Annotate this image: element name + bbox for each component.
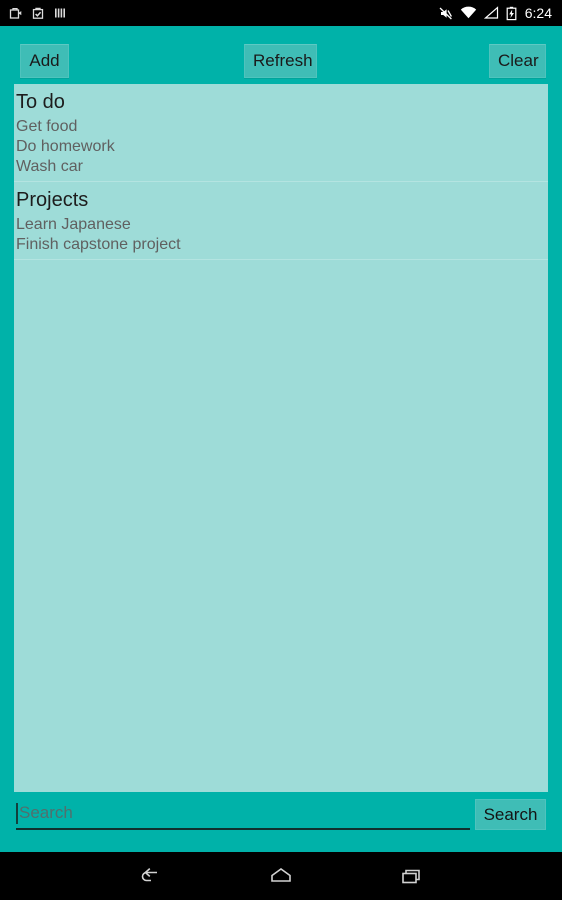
list-item[interactable]: Do homework — [14, 137, 548, 157]
toolbar: Add Refresh Clear — [0, 26, 562, 84]
list-group: To do Get food Do homework Wash car — [14, 84, 548, 181]
signal-icon — [483, 6, 499, 20]
status-bar: 6:24 — [0, 0, 562, 26]
wifi-icon — [460, 6, 477, 20]
search-input[interactable]: Search — [16, 798, 470, 830]
list-item[interactable]: Get food — [14, 117, 548, 137]
status-bar-system: 6:24 — [438, 5, 552, 21]
search-input-placeholder: Search — [19, 803, 73, 822]
add-button[interactable]: Add — [20, 44, 69, 78]
navigation-bar — [0, 852, 562, 900]
status-bar-clock: 6:24 — [524, 5, 552, 21]
home-icon[interactable] — [258, 859, 304, 893]
battery-charging-icon — [506, 6, 517, 21]
notification-bag-icon — [8, 6, 22, 20]
back-icon[interactable] — [128, 859, 174, 893]
text-caret — [16, 802, 18, 824]
mute-icon — [438, 6, 453, 21]
clear-button[interactable]: Clear — [489, 44, 546, 78]
notification-bars-icon — [54, 6, 66, 20]
group-header-todo[interactable]: To do — [14, 88, 548, 117]
recents-icon[interactable] — [388, 859, 434, 893]
list-item[interactable]: Learn Japanese — [14, 215, 548, 235]
list-item[interactable]: Wash car — [14, 157, 548, 177]
expandable-list[interactable]: To do Get food Do homework Wash car Proj… — [14, 84, 548, 792]
list-group: Projects Learn Japanese Finish capstone … — [14, 181, 548, 259]
refresh-button[interactable]: Refresh — [244, 44, 317, 78]
group-header-projects[interactable]: Projects — [14, 186, 548, 215]
android-screen: 6:24 Add Refresh Clear To do Get food Do… — [0, 0, 562, 900]
list-empty-area — [14, 259, 548, 260]
list-item[interactable]: Finish capstone project — [14, 235, 548, 255]
status-bar-notifications — [8, 6, 66, 20]
notification-check-bag-icon — [31, 6, 45, 20]
search-bar: Search Search — [0, 792, 562, 848]
search-button[interactable]: Search — [475, 799, 546, 830]
